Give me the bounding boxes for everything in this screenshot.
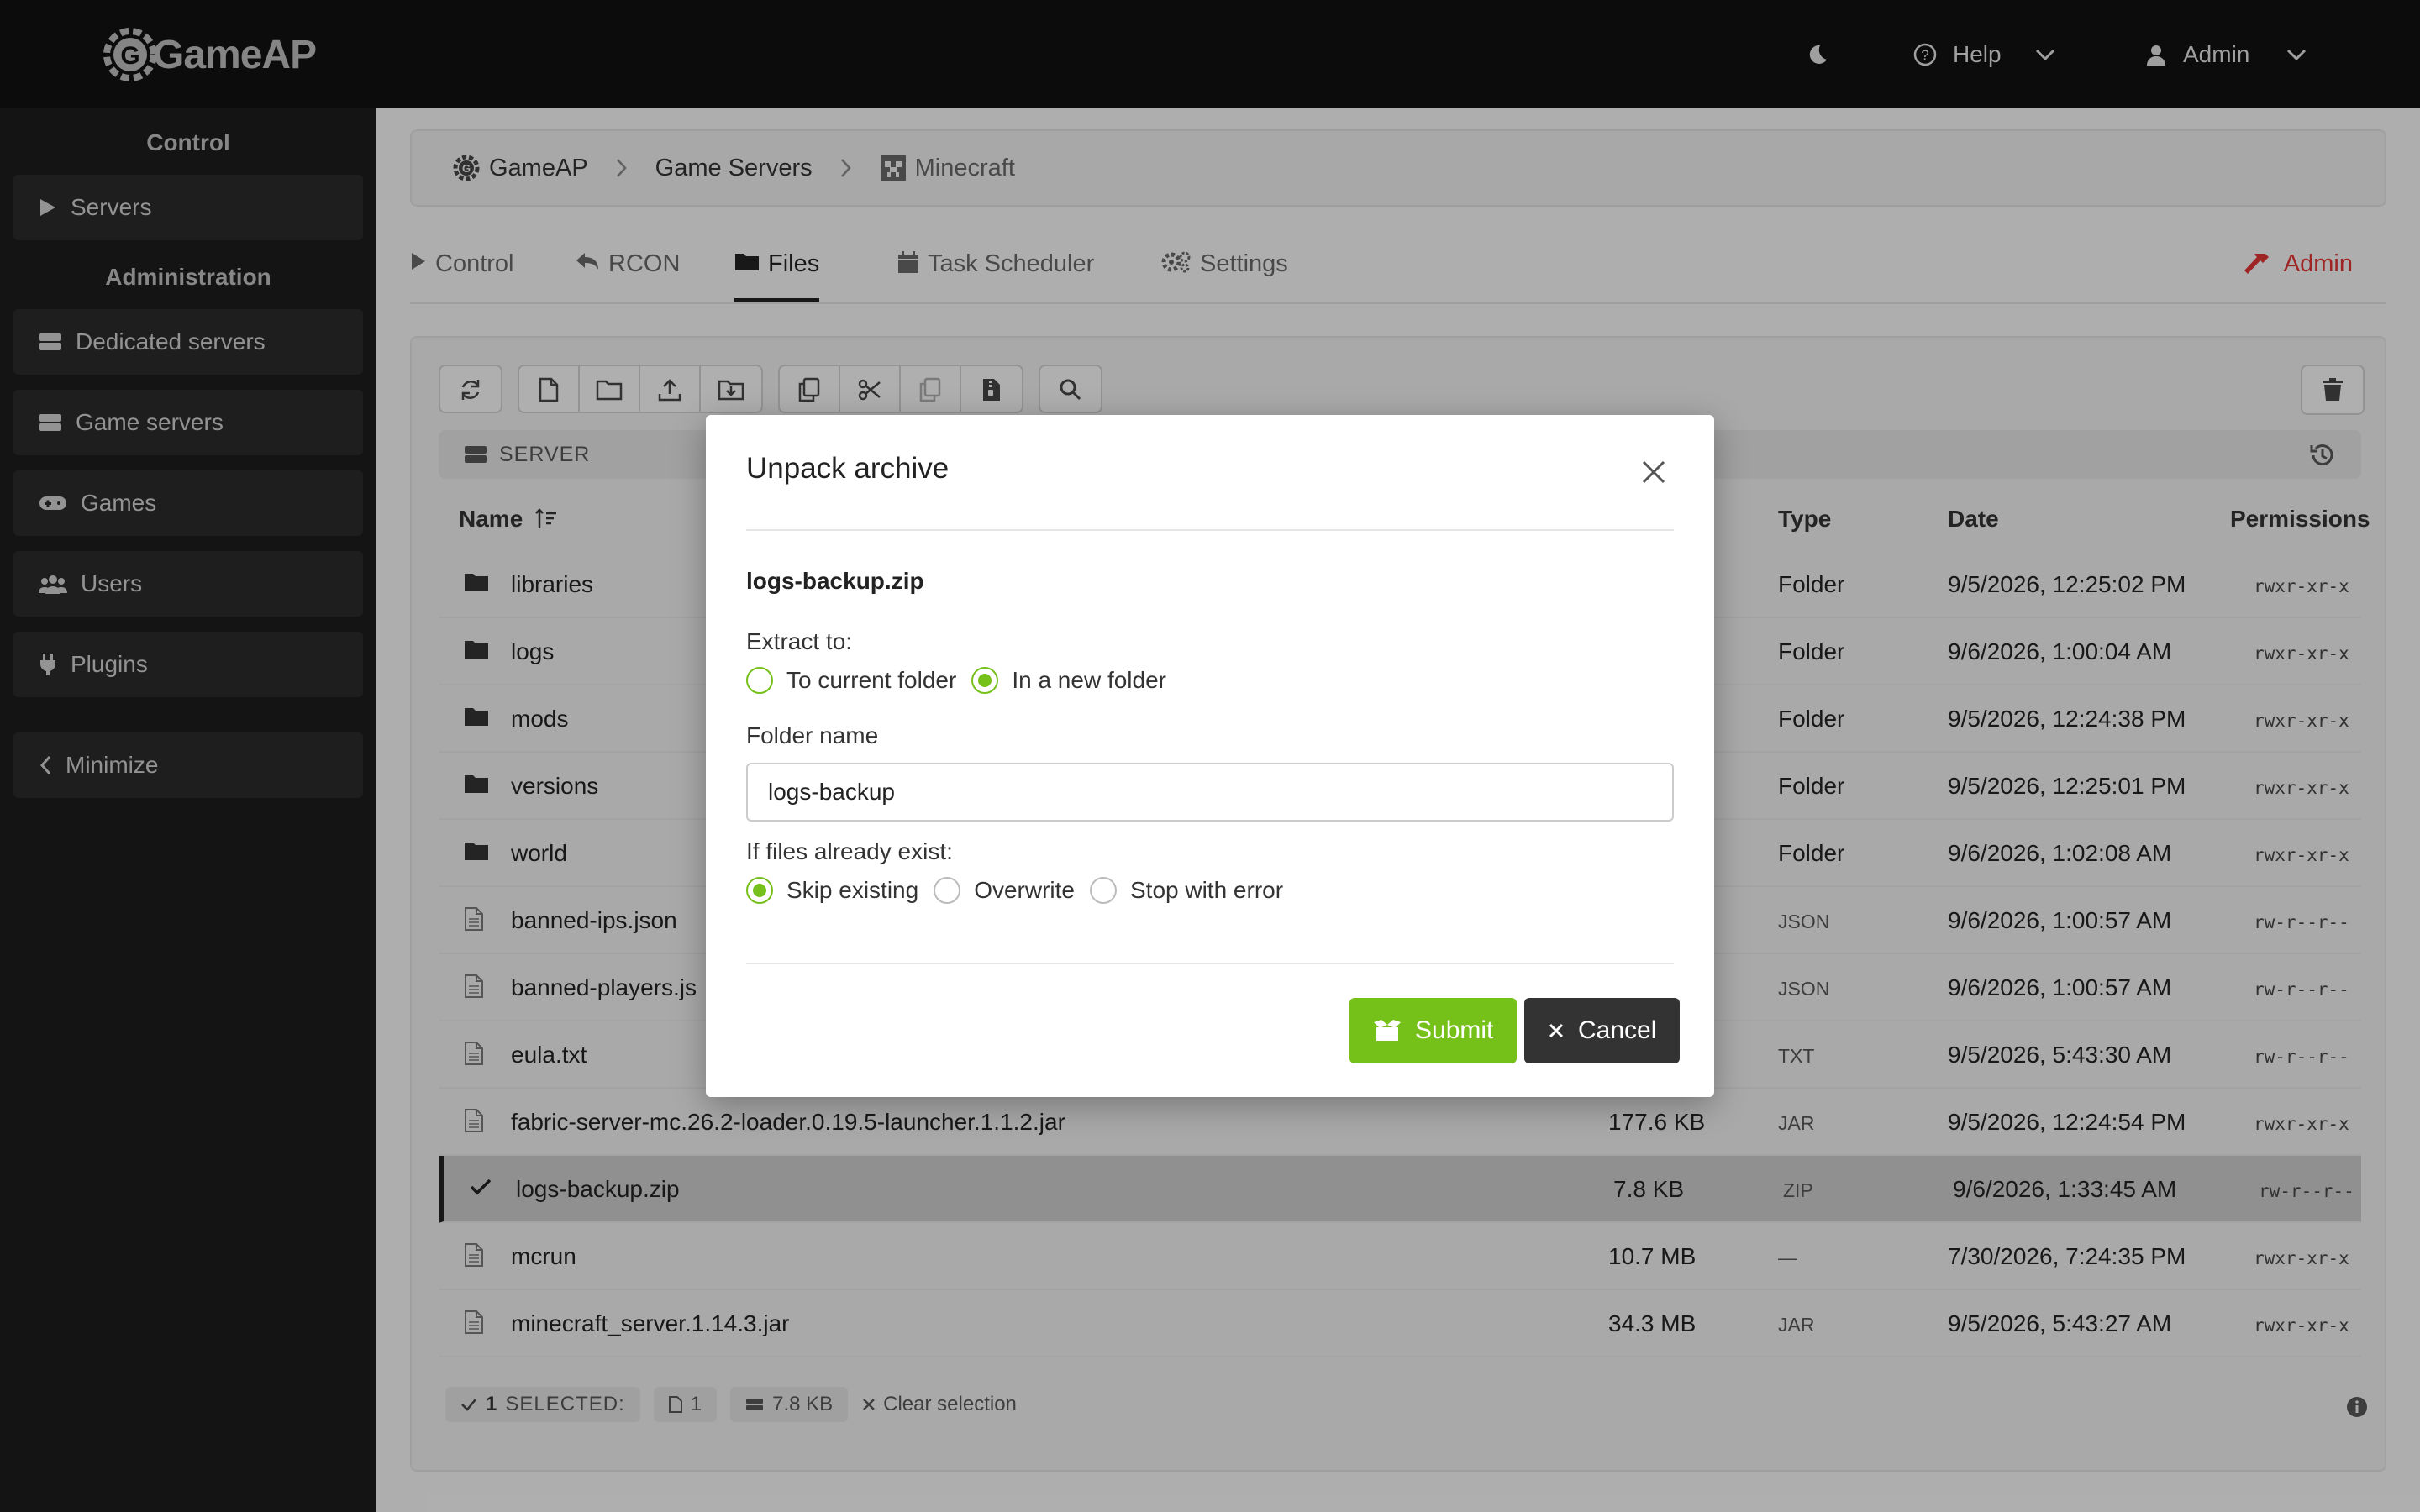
unpack-archive-dialog: Unpack archive logs-backup.zip Extract t…: [706, 415, 1714, 1097]
box-open-icon: [1374, 1020, 1401, 1041]
close-icon: [1549, 1023, 1564, 1038]
radio-button[interactable]: [934, 877, 961, 904]
if-files-exist-label: If files already exist:: [746, 838, 953, 864]
folder-name-input[interactable]: [746, 763, 1674, 822]
radio-overwrite[interactable]: Overwrite: [934, 877, 1075, 904]
submit-label: Submit: [1415, 1016, 1494, 1044]
extract-to-options: To current folder In a new folder: [746, 667, 1181, 694]
radio-label: In a new folder: [1012, 667, 1166, 693]
radio-stop-with-error[interactable]: Stop with error: [1089, 877, 1284, 904]
radio-in-new-folder[interactable]: In a new folder: [971, 667, 1166, 694]
radio-skip-existing[interactable]: Skip existing: [746, 877, 918, 904]
radio-button[interactable]: [746, 667, 773, 694]
radio-label: To current folder: [786, 667, 957, 693]
dialog-divider: [746, 529, 1674, 531]
dialog-title: Unpack archive: [746, 452, 950, 485]
archive-filename: logs-backup.zip: [746, 568, 924, 594]
dialog-divider: [746, 963, 1674, 964]
extract-to-label: Extract to:: [746, 628, 853, 654]
radio-button[interactable]: [1089, 877, 1117, 904]
submit-button[interactable]: Submit: [1349, 998, 1518, 1063]
conflict-options: Skip existing Overwrite Stop with error: [746, 877, 1298, 904]
cancel-label: Cancel: [1578, 1016, 1657, 1044]
radio-label: Stop with error: [1129, 877, 1284, 903]
radio-button[interactable]: [746, 877, 773, 904]
radio-button[interactable]: [971, 667, 999, 694]
radio-label: Overwrite: [974, 877, 1075, 903]
cancel-button[interactable]: Cancel: [1524, 998, 1681, 1063]
radio-to-current-folder[interactable]: To current folder: [746, 667, 956, 694]
radio-label: Skip existing: [786, 877, 919, 903]
close-icon[interactable]: [1637, 455, 1670, 489]
folder-name-label: Folder name: [746, 722, 879, 748]
